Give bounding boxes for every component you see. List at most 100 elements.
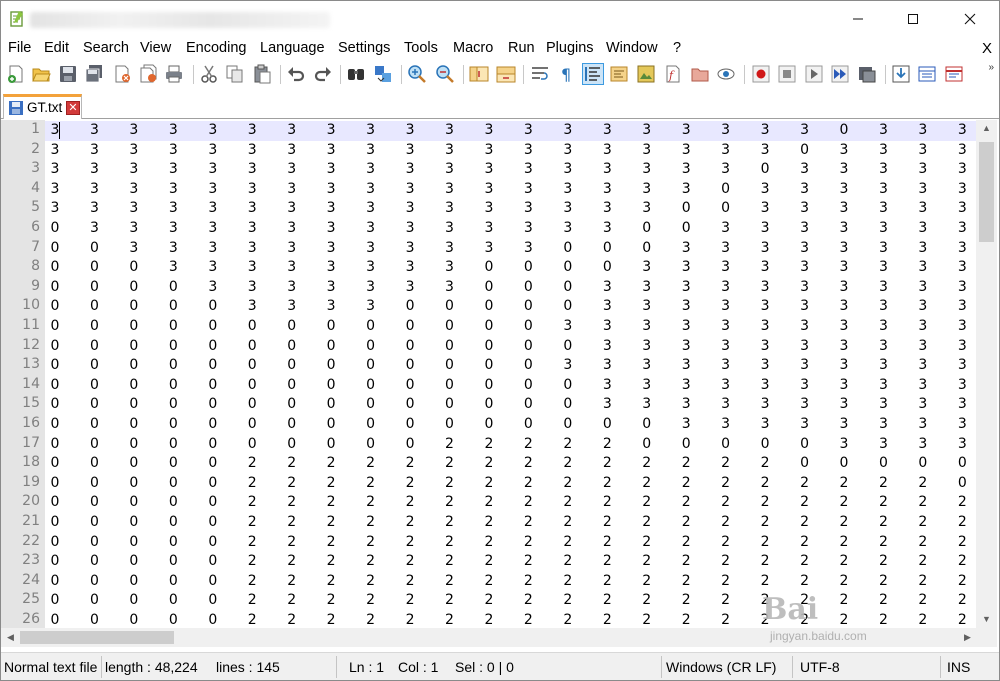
menu-run[interactable]: Run — [508, 40, 535, 56]
undo-icon[interactable] — [286, 64, 306, 84]
status-insert-mode[interactable]: INS — [947, 659, 970, 675]
run-macro-multiple-icon[interactable] — [830, 64, 850, 84]
text-area[interactable]: 3 3 3 3 3 3 3 3 3 3 3 3 3 3 3 3 3 3 3 3 0 3 3 3 3 3 3 3 3 3 3 3 3 3 3 3 3 3 3 3… — [45, 120, 977, 628]
text-line[interactable]: 0000022222222222222222222 — [45, 552, 977, 572]
copy-icon[interactable] — [225, 64, 245, 84]
folder-workspace-icon[interactable] — [690, 64, 710, 84]
close-all-icon[interactable] — [138, 64, 158, 84]
text-value: 0 — [129, 514, 139, 530]
editor-pane[interactable]: 3 3 3 3 3 3 3 3 3 3 3 3 3 3 3 3 3 3 3 3 0 3 3 3 3 3 3 3 3 3 3 3 3 3 3 3 3 3 3 3… — [0, 120, 1000, 628]
cut-icon[interactable] — [199, 64, 219, 84]
status-encoding[interactable]: UTF-8 — [800, 659, 840, 675]
maximize-button[interactable] — [890, 1, 936, 37]
text-line[interactable]: 3333333333333333330333333 — [45, 160, 977, 180]
find-icon[interactable] — [346, 64, 366, 84]
save-all-icon[interactable] — [84, 64, 104, 84]
text-line[interactable]: 0000022222222222222222200 — [45, 474, 977, 494]
print-icon[interactable] — [164, 64, 184, 84]
text-line[interactable]: 0000022222222222222222222 — [45, 611, 977, 628]
open-file-icon[interactable] — [31, 64, 51, 84]
text-value: 3 — [326, 220, 336, 236]
toolbar-overflow-button[interactable]: » — [988, 62, 994, 73]
horizontal-scroll-thumb[interactable] — [20, 631, 174, 644]
indent-guide-icon[interactable] — [582, 63, 604, 85]
word-wrap-icon[interactable] — [530, 64, 550, 84]
menu-edit[interactable]: Edit — [44, 40, 69, 56]
plugin-c-icon[interactable] — [944, 64, 964, 84]
text-line[interactable]: 0000022222222222222000003 — [45, 454, 977, 474]
record-macro-icon[interactable] — [751, 64, 771, 84]
menu-tools[interactable]: Tools — [404, 40, 438, 56]
scroll-down-arrow-icon[interactable]: ▼ — [976, 611, 997, 628]
text-line[interactable]: 0003333333300003333333333 — [45, 258, 977, 278]
menu-language[interactable]: Language — [260, 40, 325, 56]
zoom-in-icon[interactable] — [407, 64, 427, 84]
text-line[interactable]: 0000000000000333333333333 — [45, 356, 977, 376]
vertical-scroll-thumb[interactable] — [979, 142, 994, 242]
text-line[interactable]: 0000033330000033333333333 — [45, 297, 977, 317]
plugin-a-icon[interactable] — [891, 64, 911, 84]
scroll-right-arrow-icon[interactable]: ▶ — [959, 628, 976, 647]
menu-plugins[interactable]: Plugins — [546, 40, 594, 56]
current-line[interactable]: 3333333333333333333303333 — [45, 121, 977, 141]
text-line[interactable]: 0000022222222222222222222 — [45, 591, 977, 611]
close-window-button[interactable] — [947, 1, 993, 37]
text-line[interactable]: 3333333333333333333033333 — [45, 141, 977, 161]
text-value: 3 — [800, 376, 809, 393]
text-line[interactable]: 0000333333300033333333333 — [45, 278, 977, 298]
text-value: 3 — [563, 161, 573, 178]
scroll-up-arrow-icon[interactable]: ▲ — [976, 120, 997, 137]
vertical-scrollbar[interactable]: ▲ ▼ — [976, 120, 997, 628]
tab-close-button[interactable]: ✕ — [66, 101, 80, 115]
show-all-chars-icon[interactable]: ¶ — [556, 64, 576, 84]
menu-macro[interactable]: Macro — [453, 40, 493, 56]
redo-icon[interactable] — [313, 64, 333, 84]
tab-gt-txt[interactable]: GT.txt ✕ — [3, 94, 82, 119]
text-line[interactable]: 0000000000000033333333333 — [45, 376, 977, 396]
close-document-button[interactable]: X — [982, 40, 992, 57]
close-file-icon[interactable] — [112, 64, 132, 84]
play-macro-icon[interactable] — [804, 64, 824, 84]
text-line[interactable]: 0000000000000033333333333 — [45, 395, 977, 415]
menu-file[interactable]: File — [8, 40, 31, 56]
save-icon[interactable] — [58, 64, 78, 84]
minimize-button[interactable] — [835, 1, 881, 37]
replace-icon[interactable] — [373, 64, 393, 84]
text-line[interactable]: 0000022222222222222222222 — [45, 572, 977, 592]
text-line[interactable]: 0000000000000033333333333 — [45, 337, 977, 357]
menu-help[interactable]: ? — [673, 40, 681, 56]
menu-view[interactable]: View — [140, 40, 171, 56]
text-value: 2 — [839, 553, 849, 570]
sync-vertical-icon[interactable] — [469, 64, 489, 84]
text-line[interactable]: 3333333333333333003333333 — [45, 199, 977, 219]
paste-icon[interactable] — [252, 64, 272, 84]
scroll-left-arrow-icon[interactable]: ◀ — [2, 628, 19, 647]
text-line[interactable]: 0000022222222222222222222 — [45, 533, 977, 553]
text-value: 0 — [129, 553, 139, 570]
doc-map-icon[interactable] — [636, 64, 656, 84]
zoom-out-icon[interactable] — [435, 64, 455, 84]
new-file-icon[interactable] — [6, 64, 26, 84]
menu-encoding[interactable]: Encoding — [186, 40, 246, 56]
save-macro-icon[interactable] — [857, 64, 877, 84]
text-line[interactable]: 0000022222222222222222222 — [45, 513, 977, 533]
text-line[interactable]: 0000000000000000333333333 — [45, 415, 977, 435]
text-line[interactable]: 0333333333333330033333333 — [45, 219, 977, 239]
text-line[interactable]: 0000000000222220000033333 — [45, 435, 977, 455]
status-eol-format[interactable]: Windows (CR LF) — [666, 659, 776, 675]
menu-settings[interactable]: Settings — [338, 40, 390, 56]
monitoring-icon[interactable] — [716, 64, 736, 84]
stop-macro-icon[interactable] — [777, 64, 797, 84]
text-line[interactable]: 0000022222222222222222220 — [45, 493, 977, 513]
sync-horizontal-icon[interactable] — [496, 64, 516, 84]
text-line[interactable]: 0033333333333000333333333 — [45, 239, 977, 259]
plugin-b-icon[interactable] — [917, 64, 937, 84]
text-value: 2 — [602, 572, 612, 589]
user-lang-icon[interactable] — [609, 64, 629, 84]
text-line[interactable]: 3333333333333333303333333 — [45, 180, 977, 200]
menu-window[interactable]: Window — [606, 40, 658, 56]
menu-search[interactable]: Search — [83, 40, 129, 56]
text-line[interactable]: 0000000000000333333333333 — [45, 317, 977, 337]
function-list-icon[interactable]: f — [663, 64, 683, 84]
text-value: 3 — [839, 337, 849, 354]
